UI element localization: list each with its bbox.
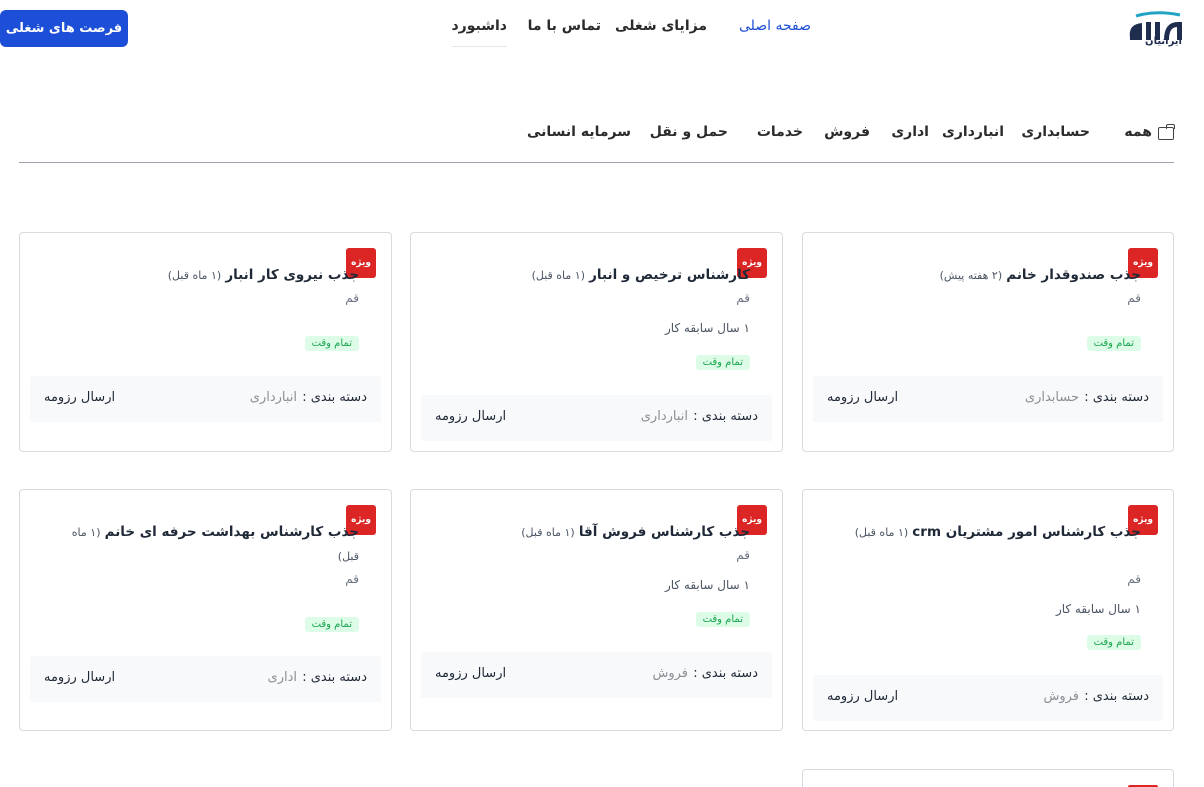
job-title[interactable]: جذب کارشناس بهداشت حرفه ای خانم: [105, 524, 359, 540]
posted-time: (۲ هفته پیش): [939, 269, 1003, 282]
category-label: دسته بندی :: [1084, 689, 1149, 704]
category-value: فروش: [652, 666, 688, 681]
job-experience: ۱ سال سابقه کار: [664, 321, 750, 335]
job-card[interactable]: ویژه جذب نیروی کار انبار (۱ ماه قبل) قم …: [19, 232, 392, 452]
job-title[interactable]: کارشناس ترخیص و انبار: [589, 267, 750, 283]
send-resume-link[interactable]: ارسال رزومه: [44, 390, 115, 405]
posted-time: (۱ ماه قبل): [167, 269, 222, 282]
category-label: دسته بندی :: [302, 390, 367, 405]
job-card[interactable]: ویژه جذب کارشناس بهداشت حرفه ای خانم (۱ …: [19, 489, 392, 731]
job-title[interactable]: جذب نیروی کار انبار: [225, 267, 359, 283]
job-title-block: جذب صندوقدار خانم (۲ هفته پیش): [841, 263, 1141, 288]
job-location: قم: [1127, 572, 1141, 586]
tab-human-resources[interactable]: سرمایه انسانی: [527, 124, 631, 140]
job-location: قم: [736, 548, 750, 562]
job-title-block: جذب کارشناس امور مشتریان crm (۱ ماه قبل): [841, 520, 1141, 545]
nav-dashboard[interactable]: داشبورد: [451, 18, 507, 47]
category-label: دسته بندی :: [693, 666, 758, 681]
send-resume-link[interactable]: ارسال رزومه: [435, 409, 506, 424]
job-card[interactable]: [802, 769, 1174, 787]
tab-accounting[interactable]: حسابداری: [1021, 124, 1090, 140]
posted-time: (۱ ماه قبل): [521, 526, 575, 539]
job-card-footer: دسته بندی : حسابداری ارسال رزومه: [813, 376, 1163, 422]
job-title-block: جذب کارشناس بهداشت حرفه ای خانم (۱ ماه ق…: [59, 520, 359, 569]
tab-services[interactable]: خدمات: [757, 124, 803, 140]
job-type-tag: تمام وقت: [1086, 635, 1141, 650]
posted-time: (۱ ماه قبل): [854, 526, 909, 539]
job-card-footer: دسته بندی : فروش ارسال رزومه: [421, 652, 772, 698]
job-location: قم: [345, 291, 359, 305]
job-title[interactable]: جذب صندوقدار خانم: [1006, 267, 1141, 283]
job-title-block: جذب کارشناس فروش آقا (۱ ماه قبل): [450, 520, 750, 545]
job-location: قم: [736, 291, 750, 305]
job-card[interactable]: ویژه جذب کارشناس فروش آقا (۱ ماه قبل) قم…: [410, 489, 783, 731]
category-label: دسته بندی :: [302, 670, 367, 685]
job-location: قم: [1127, 291, 1141, 305]
job-title-block: کارشناس ترخیص و انبار (۱ ماه قبل): [450, 263, 750, 288]
category-value: اداری: [267, 670, 297, 685]
job-title-block: جذب نیروی کار انبار (۱ ماه قبل): [59, 263, 359, 288]
job-experience: ۱ سال سابقه کار: [1055, 602, 1141, 616]
category-label: دسته بندی :: [693, 409, 758, 424]
job-title[interactable]: جذب کارشناس فروش آقا: [579, 524, 750, 540]
job-card-footer: دسته بندی : انبارداری ارسال رزومه: [30, 376, 381, 422]
job-type-tag: تمام وقت: [304, 617, 359, 632]
job-title[interactable]: جذب کارشناس امور مشتریان crm: [912, 524, 1141, 540]
job-type-tag: تمام وقت: [1086, 336, 1141, 351]
posted-time: (۱ ماه قبل): [531, 269, 586, 282]
job-card-footer: دسته بندی : انبارداری ارسال رزومه: [421, 395, 772, 441]
tab-warehouse[interactable]: انبارداری: [942, 124, 1004, 140]
category-value: فروش: [1043, 689, 1079, 704]
tab-transport[interactable]: حمل و نقل: [650, 124, 728, 140]
send-resume-link[interactable]: ارسال رزومه: [44, 670, 115, 685]
job-card[interactable]: ویژه جذب کارشناس امور مشتریان crm (۱ ماه…: [802, 489, 1174, 731]
job-type-tag: تمام وقت: [304, 336, 359, 351]
send-resume-link[interactable]: ارسال رزومه: [827, 390, 898, 405]
tab-sales[interactable]: فروش: [824, 124, 870, 140]
logo-text: ایرانیان: [1145, 36, 1182, 47]
tab-all[interactable]: همه: [1124, 124, 1152, 140]
nav-home[interactable]: صفحه اصلی: [739, 18, 811, 34]
folder-icon: [1158, 124, 1175, 140]
job-type-tag: تمام وقت: [695, 355, 750, 370]
nav-benefits[interactable]: مزایای شغلی: [615, 18, 707, 34]
category-label: دسته بندی :: [1084, 390, 1149, 405]
category-value: انبارداری: [640, 409, 688, 424]
nav-contact[interactable]: تماس با ما: [528, 18, 601, 34]
job-card[interactable]: ویژه کارشناس ترخیص و انبار (۱ ماه قبل) ق…: [410, 232, 783, 452]
job-card-footer: دسته بندی : اداری ارسال رزومه: [30, 656, 381, 702]
job-card[interactable]: ویژه جذب صندوقدار خانم (۲ هفته پیش) قم ت…: [802, 232, 1174, 452]
tabs-divider: [19, 162, 1174, 163]
category-value: حسابداری: [1024, 390, 1079, 405]
tab-administrative[interactable]: اداری: [891, 124, 929, 140]
job-card-footer: دسته بندی : فروش ارسال رزومه: [813, 675, 1163, 721]
category-value: انبارداری: [249, 390, 297, 405]
send-resume-link[interactable]: ارسال رزومه: [827, 689, 898, 704]
job-location: قم: [345, 572, 359, 586]
send-resume-link[interactable]: ارسال رزومه: [435, 666, 506, 681]
job-opportunities-button[interactable]: فرصت های شغلی: [0, 10, 128, 47]
job-experience: ۱ سال سابقه کار: [664, 578, 750, 592]
job-type-tag: تمام وقت: [695, 612, 750, 627]
